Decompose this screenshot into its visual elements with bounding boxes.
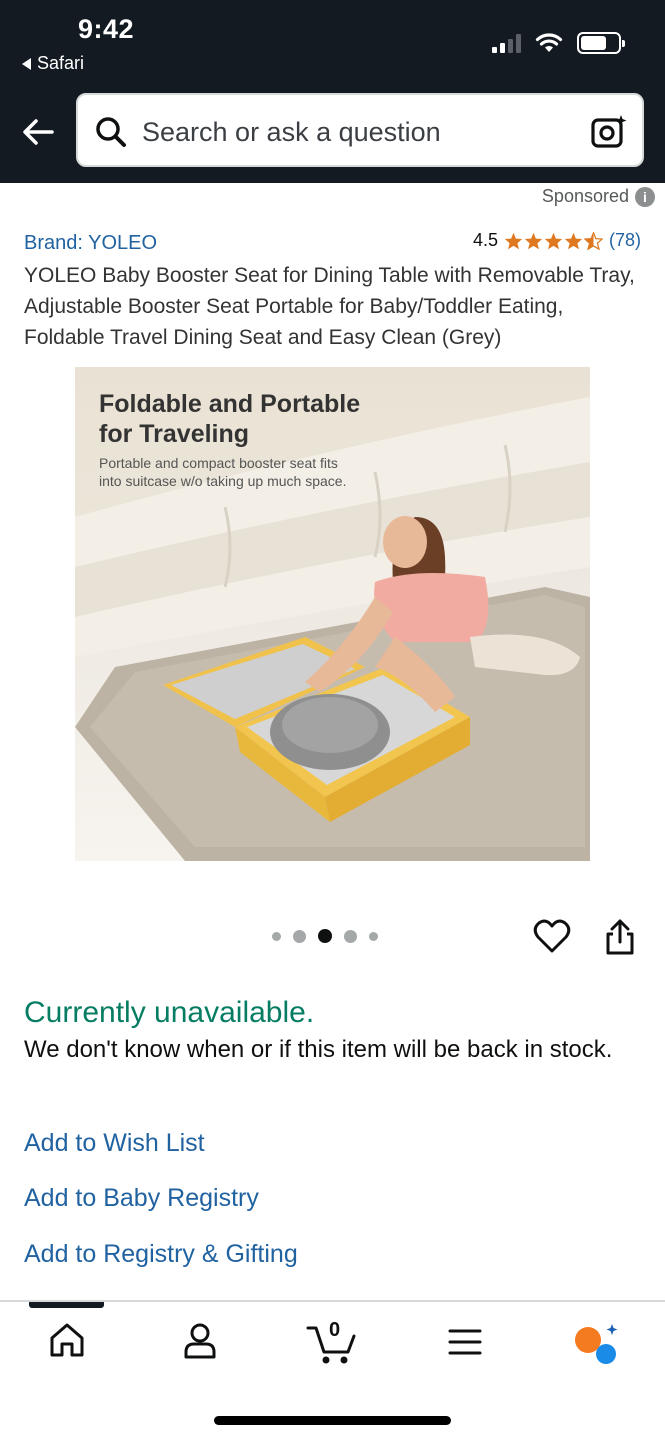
search-icon xyxy=(96,117,126,147)
camera-search-icon[interactable] xyxy=(590,113,628,149)
back-app-label: Safari xyxy=(37,53,85,73)
battery-icon xyxy=(577,32,625,54)
status-icons xyxy=(492,32,625,54)
sponsored-text: Sponsored xyxy=(541,186,629,206)
back-to-safari[interactable]: Safari xyxy=(22,53,84,74)
add-to-registry-gifting-link[interactable]: Add to Registry & Gifting xyxy=(24,1240,298,1269)
rating-value: 4.5 xyxy=(472,230,498,250)
availability-detail: We don't know when or if this item will … xyxy=(24,1036,613,1063)
info-icon[interactable]: i xyxy=(635,186,655,207)
rufus-icon[interactable] xyxy=(572,1322,622,1366)
share-icon[interactable] xyxy=(604,918,636,956)
cart-count: 0 xyxy=(329,1319,341,1341)
star-rating-icon xyxy=(504,231,603,250)
wifi-icon xyxy=(535,33,563,52)
home-icon[interactable] xyxy=(48,1322,86,1358)
carousel-dots[interactable] xyxy=(272,929,378,943)
home-indicator xyxy=(214,1416,451,1425)
product-image[interactable]: Foldable and Portable for Traveling Port… xyxy=(75,367,590,861)
account-icon[interactable] xyxy=(182,1322,218,1360)
carousel-dot-active[interactable] xyxy=(318,929,332,943)
menu-icon[interactable] xyxy=(448,1328,482,1356)
carousel-dot[interactable] xyxy=(369,931,378,941)
carousel-dot[interactable] xyxy=(293,929,306,943)
image-subtext: Portable and compact booster seat fits i… xyxy=(99,455,347,489)
top-header: 9:42 Safari Search or ask a question xyxy=(0,0,665,183)
brand-link[interactable]: Brand: YOLEO xyxy=(24,232,157,255)
heart-icon[interactable] xyxy=(533,918,571,954)
add-to-baby-registry-link[interactable]: Add to Baby Registry xyxy=(24,1184,259,1213)
add-to-wish-list-link[interactable]: Add to Wish List xyxy=(24,1129,205,1158)
status-time: 9:42 xyxy=(78,14,135,44)
back-arrow-icon[interactable] xyxy=(20,114,56,150)
sponsored-label[interactable]: Sponsored i xyxy=(542,186,655,207)
image-heading: Foldable and Portable for Traveling xyxy=(99,390,361,448)
carousel-dot[interactable] xyxy=(344,929,357,943)
product-title[interactable]: YOLEO Baby Booster Seat for Dining Table… xyxy=(24,260,644,353)
back-triangle-icon xyxy=(22,57,31,70)
search-bar[interactable]: Search or ask a question xyxy=(76,93,644,167)
cellular-signal-icon xyxy=(492,33,521,53)
search-input[interactable]: Search or ask a question xyxy=(142,117,441,148)
rating-summary[interactable]: 4.5 (78) xyxy=(473,230,641,251)
review-count: (78) xyxy=(608,230,641,250)
availability-status: Currently unavailable. xyxy=(24,996,315,1029)
active-tab-indicator xyxy=(29,1302,104,1308)
carousel-dot[interactable] xyxy=(272,931,281,941)
